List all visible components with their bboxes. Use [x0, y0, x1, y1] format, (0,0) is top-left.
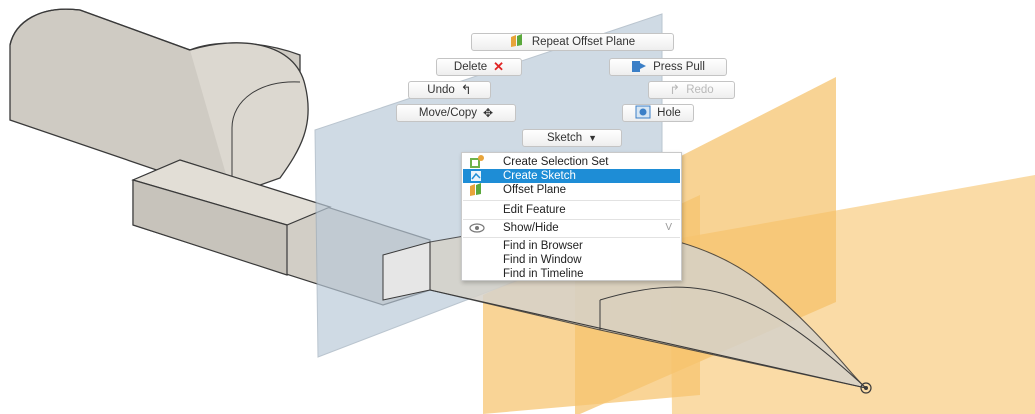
- context-menu: Create Selection Set Create Sketch Offse…: [461, 152, 682, 281]
- menu-item-find-in-timeline[interactable]: Find in Timeline: [463, 267, 680, 281]
- menu-item-create-selection-set[interactable]: Create Selection Set: [463, 155, 680, 169]
- hole-button[interactable]: Hole: [622, 104, 694, 122]
- menu-item-find-in-browser[interactable]: Find in Browser: [463, 239, 680, 253]
- menu-separator: [463, 219, 680, 220]
- hole-icon: [635, 105, 651, 122]
- press-pull-button[interactable]: Press Pull: [609, 58, 727, 76]
- menu-separator: [463, 237, 680, 238]
- chevron-down-icon: ▼: [588, 133, 598, 143]
- offset-plane-icon: [469, 183, 485, 200]
- eye-icon: [469, 221, 485, 238]
- undo-button[interactable]: Undo ↰: [408, 81, 491, 99]
- menu-item-offset-plane[interactable]: Offset Plane: [463, 183, 680, 197]
- menu-item-create-sketch[interactable]: Create Sketch: [463, 169, 680, 183]
- press-pull-icon: [631, 59, 647, 76]
- move-copy-button[interactable]: Move/Copy ✥: [396, 104, 516, 122]
- delete-x-icon: ✕: [493, 59, 505, 74]
- redo-button[interactable]: ↱ Redo: [648, 81, 735, 99]
- menu-item-show-hide[interactable]: Show/Hide V: [463, 221, 680, 235]
- repeat-offset-plane-button[interactable]: Repeat Offset Plane: [471, 33, 674, 51]
- menu-item-find-in-window[interactable]: Find in Window: [463, 253, 680, 267]
- move-arrows-icon: ✥: [483, 106, 494, 120]
- redo-arrow-icon: ↱: [669, 82, 681, 97]
- menu-item-edit-feature[interactable]: Edit Feature: [463, 203, 680, 217]
- cylinder-body[interactable]: [9, 8, 309, 196]
- shortcut-label: V: [665, 222, 672, 233]
- menu-separator: [463, 200, 680, 201]
- sketch-dropdown-button[interactable]: Sketch ▼: [522, 129, 622, 147]
- offset-plane-icon: [510, 33, 526, 51]
- undo-arrow-icon: ↰: [460, 82, 472, 97]
- delete-button[interactable]: Delete ✕: [436, 58, 522, 76]
